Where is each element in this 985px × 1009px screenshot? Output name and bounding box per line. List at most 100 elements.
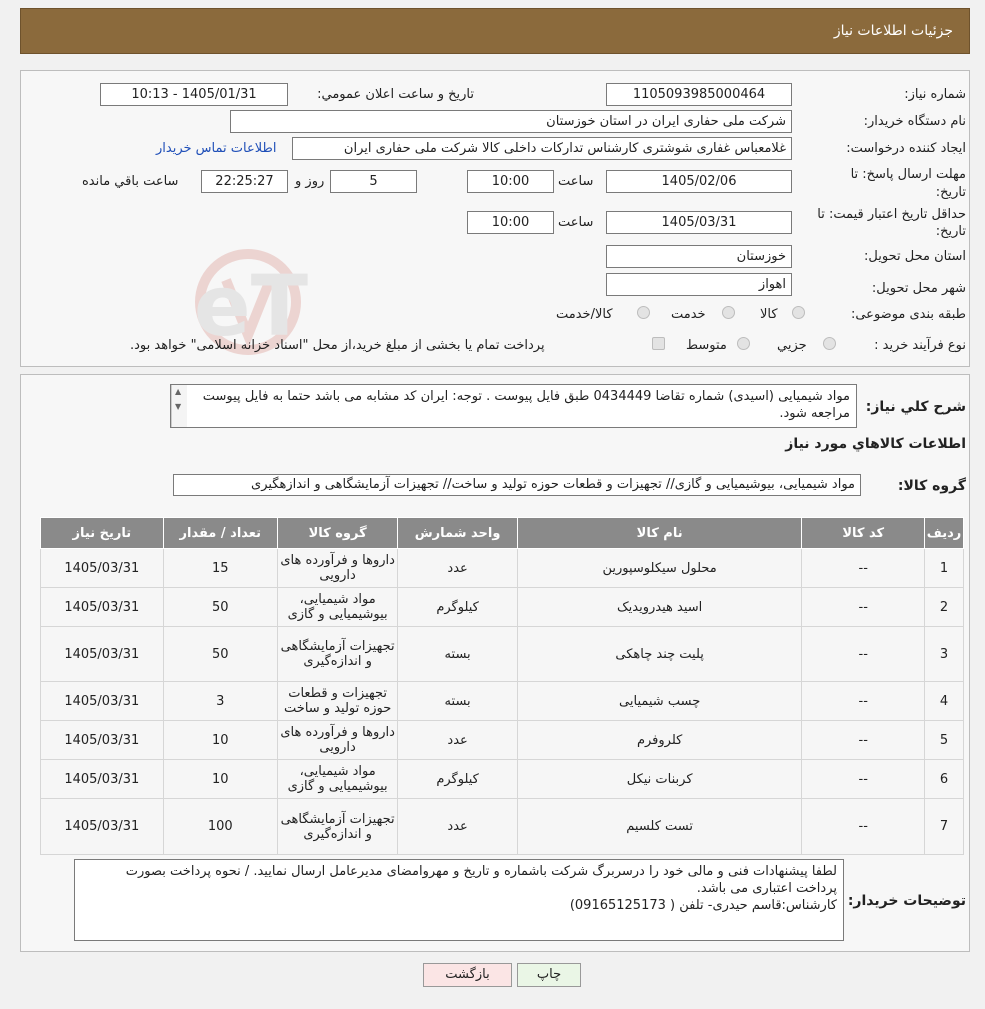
back-button[interactable]: بازگشت [423, 963, 512, 987]
deadline-time-field: 10:00 [467, 170, 554, 193]
buyer-notes-line-2: کارشناس:قاسم حیدری- تلفن ( 09165125173) [569, 898, 837, 913]
category-radio-service[interactable] [722, 306, 735, 319]
process-option-minor: جزیي [777, 338, 807, 353]
row-name: کلروفرم [516, 720, 803, 760]
deadline-time-label: ساعت [558, 174, 594, 189]
row-qty: 10 [162, 759, 278, 799]
col-group: گروه کالا [276, 517, 399, 549]
announce-label: تاریخ و ساعت اعلان عمومي: [317, 87, 474, 102]
row-code: -- [801, 798, 926, 855]
requester-field: غلامعباس غفاری شوشتری کارشناس تدارکات دا… [292, 137, 792, 160]
row-group: مواد شیمیایی، بیوشیمیایی و گازی [276, 587, 399, 627]
col-unit: واحد شمارش [397, 517, 518, 549]
treasury-note: پرداخت تمام یا بخشی از مبلغ خرید،از محل … [130, 338, 545, 353]
category-option-service: خدمت [671, 307, 706, 322]
need-number-label: شماره نیاز: [904, 87, 966, 102]
row-index: 7 [924, 798, 964, 855]
category-radio-goods-service[interactable] [637, 306, 650, 319]
row-name: محلول سیکلوسپورین [516, 548, 803, 588]
category-radio-goods[interactable] [792, 306, 805, 319]
row-qty: 15 [162, 548, 278, 588]
announce-datetime-field: 1405/01/31 - 10:13 [100, 83, 288, 106]
validity-time-label: ساعت [558, 215, 594, 230]
city-label: شهر محل تحويل: [871, 281, 966, 296]
description-scrollbar[interactable]: ▲ ▼ [171, 385, 187, 427]
row-date: 1405/03/31 [40, 587, 164, 627]
row-code: -- [801, 759, 926, 799]
row-unit: عدد [397, 720, 518, 760]
row-index: 5 [924, 720, 964, 760]
row-index: 6 [924, 759, 964, 799]
province-label: استان محل تحويل: [864, 249, 966, 264]
row-index: 2 [924, 587, 964, 627]
col-date: تاريخ نياز [40, 517, 164, 549]
row-date: 1405/03/31 [40, 759, 164, 799]
validity-date-field: 1405/03/31 [606, 211, 792, 234]
table-row: 7 -- تست کلسیم عدد تجهیزات آزمایشگاهی و … [40, 798, 964, 855]
buyer-notes-textarea[interactable]: لطفا پیشنهادات فنی و مالی خود را درسربرگ… [74, 859, 844, 941]
row-name: کربنات نیکل [516, 759, 803, 799]
time-remaining-label: ساعت باقي مانده [82, 174, 179, 189]
buyer-notes-line-1: لطفا پیشنهادات فنی و مالی خود را درسربرگ… [125, 864, 837, 896]
row-date: 1405/03/31 [40, 681, 164, 721]
items-table: رديف کد کالا نام کالا واحد شمارش گروه کا… [40, 517, 964, 855]
buyer-contact-link[interactable]: اطلاعات تماس خريدار [156, 141, 276, 156]
row-index: 4 [924, 681, 964, 721]
category-option-goods: کالا [760, 307, 778, 322]
buyer-label: نام دستگاه خريدار: [863, 114, 966, 129]
row-group: تجهیزات آزمایشگاهی و اندازه‌گیری [276, 798, 399, 855]
table-row: 6 -- کربنات نیکل کیلوگرم مواد شیمیایی، ب… [40, 759, 964, 799]
process-label: نوع فرآيند خريد : [874, 338, 966, 353]
row-unit: عدد [397, 798, 518, 855]
row-name: اسید هیدرویدیک [516, 587, 803, 627]
table-row: 1 -- محلول سیکلوسپورین عدد داروها و فرآو… [40, 548, 964, 588]
days-remaining-field: 5 [330, 170, 417, 193]
validity-label-date: تاريخ: [935, 224, 966, 239]
items-table-header: رديف کد کالا نام کالا واحد شمارش گروه کا… [40, 517, 964, 549]
validity-label: حداقل تاريخ اعتبار قيمت: تا [817, 207, 966, 222]
page-title: جزئیات اطلاعات نیاز [833, 23, 953, 39]
row-qty: 10 [162, 720, 278, 760]
process-option-medium: متوسط [686, 338, 727, 353]
days-label: روز و [295, 174, 325, 189]
process-radio-minor[interactable] [823, 337, 836, 350]
items-title: اطلاعات کالاهاي مورد نياز [785, 436, 966, 452]
description-text: مواد شیمیایی (اسیدی) شماره تقاضا 0434449… [202, 389, 850, 421]
print-button[interactable]: چاپ [517, 963, 581, 987]
deadline-date-field: 1405/02/06 [606, 170, 792, 193]
group-label: گروه کالا: [897, 478, 966, 494]
row-unit: کیلوگرم [397, 759, 518, 799]
process-radio-medium[interactable] [737, 337, 750, 350]
deadline-label: مهلت ارسال پاسخ: تا [850, 167, 966, 182]
treasury-checkbox[interactable] [652, 337, 665, 350]
row-code: -- [801, 626, 926, 682]
col-code: کد کالا [801, 517, 926, 549]
row-name: چسب شیمیایی [516, 681, 803, 721]
row-qty: 50 [162, 626, 278, 682]
description-label: شرح کلي نياز: [865, 399, 966, 415]
row-code: -- [801, 587, 926, 627]
row-unit: کیلوگرم [397, 587, 518, 627]
validity-time-field: 10:00 [467, 211, 554, 234]
row-unit: بسته [397, 681, 518, 721]
row-qty: 100 [162, 798, 278, 855]
col-index: رديف [924, 517, 964, 549]
row-qty: 3 [162, 681, 278, 721]
row-code: -- [801, 681, 926, 721]
description-textarea[interactable]: مواد شیمیایی (اسیدی) شماره تقاضا 0434449… [170, 384, 857, 428]
row-group: تجهیزات آزمایشگاهی و اندازه‌گیری [276, 626, 399, 682]
row-unit: بسته [397, 626, 518, 682]
row-group: تجهیزات و قطعات حوزه تولید و ساخت [276, 681, 399, 721]
table-row: 2 -- اسید هیدرویدیک کیلوگرم مواد شیمیایی… [40, 587, 964, 627]
scroll-down-icon: ▼ [175, 402, 182, 411]
page-header: جزئیات اطلاعات نیاز [20, 8, 970, 54]
city-field: اهواز [606, 273, 792, 296]
category-option-goods-service: کالا/خدمت [556, 307, 613, 322]
row-name: پلیت چند چاهکی [516, 626, 803, 682]
row-group: مواد شیمیایی، بیوشیمیایی و گازی [276, 759, 399, 799]
col-name: نام کالا [516, 517, 803, 549]
row-code: -- [801, 720, 926, 760]
row-group: داروها و فرآورده های دارویی [276, 720, 399, 760]
province-field: خوزستان [606, 245, 792, 268]
row-code: -- [801, 548, 926, 588]
